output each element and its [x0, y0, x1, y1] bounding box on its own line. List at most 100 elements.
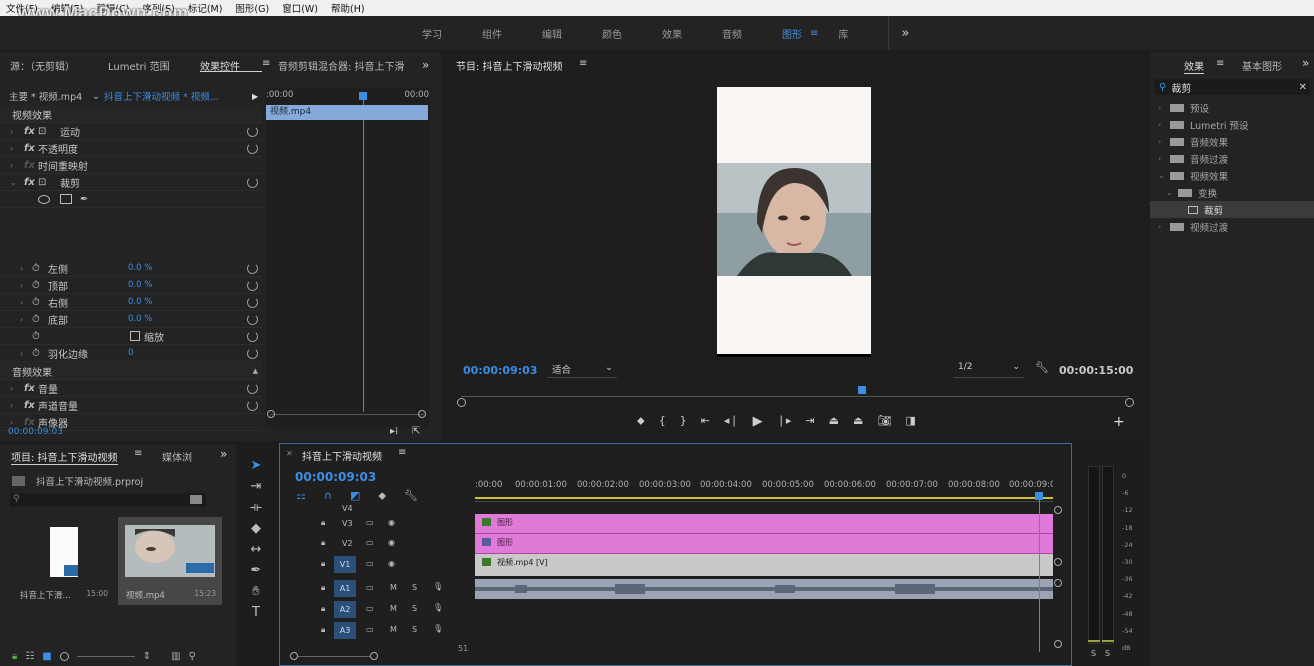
param-value[interactable]: 0.0 %	[128, 280, 152, 290]
fx-icon[interactable]: fx	[24, 126, 38, 137]
search-input[interactable]: 裁剪	[1171, 80, 1191, 95]
solo-button[interactable]: S	[412, 625, 417, 634]
export-frame-icon[interactable]: 📷︎	[877, 414, 891, 429]
play-only-icon[interactable]: ▶	[252, 92, 258, 101]
clip-video-v1[interactable]: 视频.mp4 [V]	[475, 554, 1053, 576]
menu-window[interactable]: 窗口(W)	[282, 1, 318, 15]
timeline-timecode[interactable]: 00:00:09:03	[295, 470, 376, 484]
param-value[interactable]: 0.0 %	[128, 263, 152, 273]
program-title[interactable]: 节目: 抖音上下滑动视频	[456, 58, 563, 73]
horizontal-scroll-handle[interactable]	[370, 652, 378, 660]
expand-icon[interactable]: ›	[1158, 137, 1170, 146]
lock-icon[interactable]: 🔒︎	[12, 651, 17, 662]
track-target-a1[interactable]: A1	[334, 580, 356, 597]
add-marker-icon[interactable]: ⬥	[637, 414, 645, 429]
stopwatch-icon[interactable]: ⏱	[32, 280, 48, 291]
microphone-icon[interactable]: 🎙︎	[433, 582, 443, 591]
mini-scroll-handle-left[interactable]	[267, 410, 275, 418]
horizontal-scroll-track[interactable]	[298, 656, 370, 657]
mute-button[interactable]: M	[390, 625, 397, 634]
track-target-a3[interactable]: A3	[334, 622, 356, 639]
resolution-dropdown[interactable]: 1/2 ⌄	[954, 362, 1024, 378]
tab-lumetri-scopes[interactable]: Lumetri 范围	[108, 58, 200, 73]
workspace-libraries[interactable]: 库	[838, 26, 848, 41]
workspace-assembly[interactable]: 组件	[482, 26, 502, 41]
tree-item-audio-effects[interactable]: › 音频效果	[1150, 133, 1314, 150]
microphone-icon[interactable]: 🎙︎	[433, 624, 443, 633]
lock-icon[interactable]: 🔒︎	[321, 518, 325, 528]
go-to-out-icon[interactable]: ⇥	[805, 414, 814, 429]
mute-button[interactable]: M	[390, 583, 397, 592]
reset-icon[interactable]	[247, 279, 258, 291]
fx-icon[interactable]: fx	[24, 400, 38, 411]
stopwatch-icon[interactable]: ⏱	[32, 263, 48, 274]
reset-icon[interactable]	[247, 347, 258, 359]
fx-icon[interactable]: fx	[24, 383, 38, 394]
effects-menu-icon[interactable]: ≡	[1216, 58, 1224, 69]
comparison-view-icon[interactable]: ◨	[905, 414, 915, 429]
eye-icon[interactable]: ◉	[388, 559, 395, 568]
vertical-scroll-handle[interactable]	[1054, 640, 1062, 648]
zoom-slider-handle[interactable]	[59, 651, 69, 661]
mark-out-icon[interactable]: }	[680, 414, 687, 429]
track-target-v1[interactable]: V1	[334, 556, 356, 573]
vertical-scroll-handle[interactable]	[1054, 558, 1062, 566]
tree-item-presets[interactable]: › 预设	[1150, 99, 1314, 116]
sync-lock-icon[interactable]: ▭	[366, 559, 374, 568]
tab-effect-controls[interactable]: 效果控件	[200, 58, 262, 73]
tab-project[interactable]: 项目: 抖音上下滑动视频	[11, 449, 118, 465]
filter-icon[interactable]: ▸⁞	[390, 426, 398, 437]
menu-marker[interactable]: 标记(M)	[188, 1, 223, 15]
mini-scroll-handle-right[interactable]	[418, 410, 426, 418]
effect-crop[interactable]: ⌄ fx ⊡ 裁剪	[0, 174, 262, 191]
pen-mask-icon[interactable]: ✒	[80, 194, 88, 205]
crop-param-bottom[interactable]: › ⏱ 底部 0.0 %	[0, 311, 262, 328]
scrubber-playhead[interactable]	[857, 386, 866, 394]
work-area-bar[interactable]	[475, 497, 1053, 499]
timeline-title[interactable]: 抖音上下滑动视频	[302, 448, 382, 463]
zoom-slider-track[interactable]	[76, 655, 135, 657]
horizontal-scroll-handle[interactable]	[290, 652, 298, 660]
track-label[interactable]: V2	[342, 539, 353, 548]
clear-search-icon[interactable]: ✕	[1299, 82, 1307, 93]
effect-time-remap[interactable]: › fx 时间重映射	[0, 157, 262, 174]
tab-effects[interactable]: 效果	[1184, 58, 1204, 74]
reset-icon[interactable]	[247, 399, 258, 411]
sync-lock-icon[interactable]: ▭	[366, 583, 374, 592]
timeline-playhead-marker[interactable]	[1035, 492, 1043, 500]
lock-icon[interactable]: 🔒︎	[321, 625, 325, 635]
project-item-video[interactable]: 视频.mp4 15:23	[118, 517, 222, 605]
expand-icon[interactable]: ›	[20, 349, 32, 358]
linked-selection-icon[interactable]: ◩	[350, 489, 360, 503]
reset-icon[interactable]	[247, 125, 258, 137]
expand-icon[interactable]: ›	[20, 281, 32, 290]
expand-icon[interactable]: ›	[1158, 120, 1170, 129]
stopwatch-icon[interactable]: ⏱	[32, 348, 48, 359]
expand-icon[interactable]: ›	[1158, 154, 1170, 163]
workspace-effects[interactable]: 效果	[662, 26, 682, 41]
tab-essential-graphics[interactable]: 基本图形	[1242, 58, 1282, 73]
expand-icon[interactable]: ›	[20, 264, 32, 273]
menu-graphics[interactable]: 图形(G)	[235, 1, 269, 15]
expand-icon[interactable]: ›	[10, 401, 24, 410]
effects-search-box[interactable]: ⚲ 裁剪 ✕	[1154, 79, 1310, 95]
eye-icon[interactable]: ◉	[388, 538, 395, 547]
step-back-icon[interactable]: ◂❘	[724, 414, 739, 429]
stopwatch-icon[interactable]: ⏱	[32, 331, 130, 342]
expand-icon[interactable]: ›	[10, 418, 24, 427]
effect-volume[interactable]: › fx 音量	[0, 380, 262, 397]
project-item-sequence[interactable]: 抖音上下滑... 15:00	[10, 517, 114, 605]
sync-lock-icon[interactable]: ▭	[366, 538, 374, 547]
tabs-overflow-icon[interactable]: »	[220, 447, 227, 461]
go-to-in-icon[interactable]: ⇤	[701, 414, 710, 429]
snap-icon[interactable]: ∩	[324, 489, 332, 503]
crop-param-right[interactable]: › ⏱ 右侧 0.0 %	[0, 294, 262, 311]
type-tool-icon[interactable]: T	[246, 605, 266, 620]
workspace-editing[interactable]: 编辑	[542, 26, 562, 41]
clip-audio-a1[interactable]	[475, 579, 1053, 599]
add-marker-icon[interactable]: ⬥	[378, 489, 386, 503]
export-frame-icon[interactable]: ⇱	[412, 426, 420, 437]
fx-icon[interactable]: fx	[24, 177, 38, 188]
program-menu-icon[interactable]: ≡	[579, 58, 587, 69]
track-target-a2[interactable]: A2	[334, 601, 356, 618]
